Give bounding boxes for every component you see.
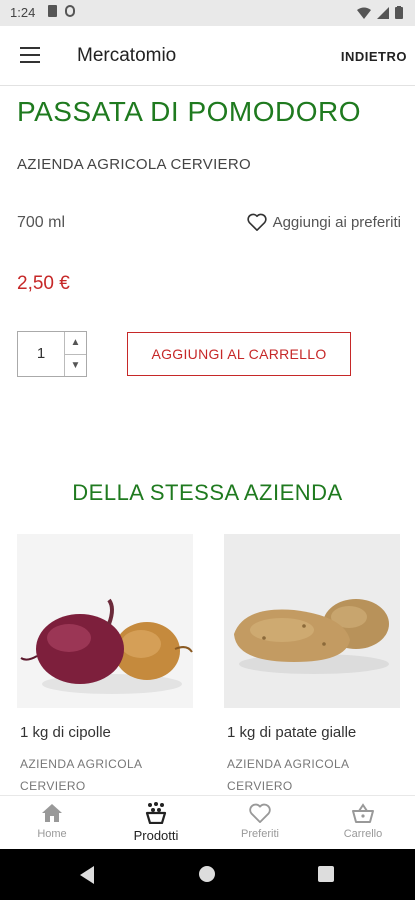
products-basket-icon <box>104 802 208 824</box>
add-to-favorites-button[interactable]: Aggiungi ai preferiti <box>246 213 401 231</box>
bottom-navigation: Home Prodotti Preferiti Carrello <box>0 795 415 849</box>
quantity-decrease-icon[interactable]: ▼ <box>65 355 86 377</box>
nav-cart-label: Carrello <box>343 828 383 840</box>
cart-basket-icon <box>311 802 415 824</box>
nav-home[interactable]: Home <box>0 802 104 840</box>
quantity-arrows: ▲ ▼ <box>64 332 86 376</box>
back-button[interactable]: INDIETRO <box>341 49 407 64</box>
nav-cart[interactable]: Carrello <box>311 802 415 840</box>
battery-icon <box>395 6 403 19</box>
sync-icon <box>65 5 75 17</box>
nav-home-label: Home <box>37 828 67 840</box>
nav-products-label: Prodotti <box>133 828 179 843</box>
nav-products[interactable]: Prodotti <box>104 802 208 843</box>
related-product-producer: AZIENDA AGRICOLA CERVIERO <box>227 757 349 793</box>
system-home-icon[interactable] <box>199 866 215 882</box>
related-product-name: 1 kg di cipolle <box>20 724 111 741</box>
menu-icon[interactable] <box>20 47 40 63</box>
product-size: 700 ml <box>17 214 66 231</box>
potato-image[interactable] <box>224 534 400 708</box>
app-title: Mercatomio <box>77 45 177 66</box>
product-producer[interactable]: AZIENDA AGRICOLA CERVIERO <box>17 156 251 173</box>
system-back-icon[interactable] <box>80 866 94 884</box>
status-bar: 1:24 <box>0 0 415 26</box>
system-navigation-bar <box>0 849 415 900</box>
related-product-card[interactable]: 1 kg di patate gialle AZIENDA AGRICOLA C… <box>224 534 400 797</box>
related-product-producer: AZIENDA AGRICOLA CERVIERO <box>20 757 142 793</box>
home-icon <box>0 802 104 824</box>
product-price: 2,50 € <box>17 273 70 294</box>
related-product-card[interactable]: 1 kg di cipolle AZIENDA AGRICOLA CERVIER… <box>17 534 193 797</box>
system-recents-icon[interactable] <box>318 866 334 882</box>
related-section-title: DELLA STESSA AZIENDA <box>72 480 343 505</box>
add-to-favorites-label: Aggiungi ai preferiti <box>272 213 401 231</box>
heart-outline-icon <box>246 213 267 231</box>
heart-icon <box>208 802 312 824</box>
wifi-icon <box>357 7 371 19</box>
status-right-icons <box>357 6 403 19</box>
nav-favorites[interactable]: Preferiti <box>208 802 312 840</box>
quantity-stepper[interactable]: 1 ▲ ▼ <box>17 331 87 377</box>
related-product-name: 1 kg di patate gialle <box>227 724 357 741</box>
quantity-increase-icon[interactable]: ▲ <box>65 332 86 355</box>
status-time: 1:24 <box>10 5 36 20</box>
add-to-cart-button[interactable]: AGGIUNGI AL CARRELLO <box>127 332 351 376</box>
onion-image[interactable] <box>17 534 193 708</box>
notification-icons <box>48 5 75 17</box>
app-bar: Mercatomio INDIETRO <box>0 26 415 86</box>
product-title: PASSATA DI POMODORO <box>17 96 361 127</box>
signal-icon <box>377 6 389 19</box>
sim-card-icon <box>48 5 57 17</box>
nav-favorites-label: Preferiti <box>241 828 279 840</box>
quantity-value[interactable]: 1 <box>18 332 64 376</box>
